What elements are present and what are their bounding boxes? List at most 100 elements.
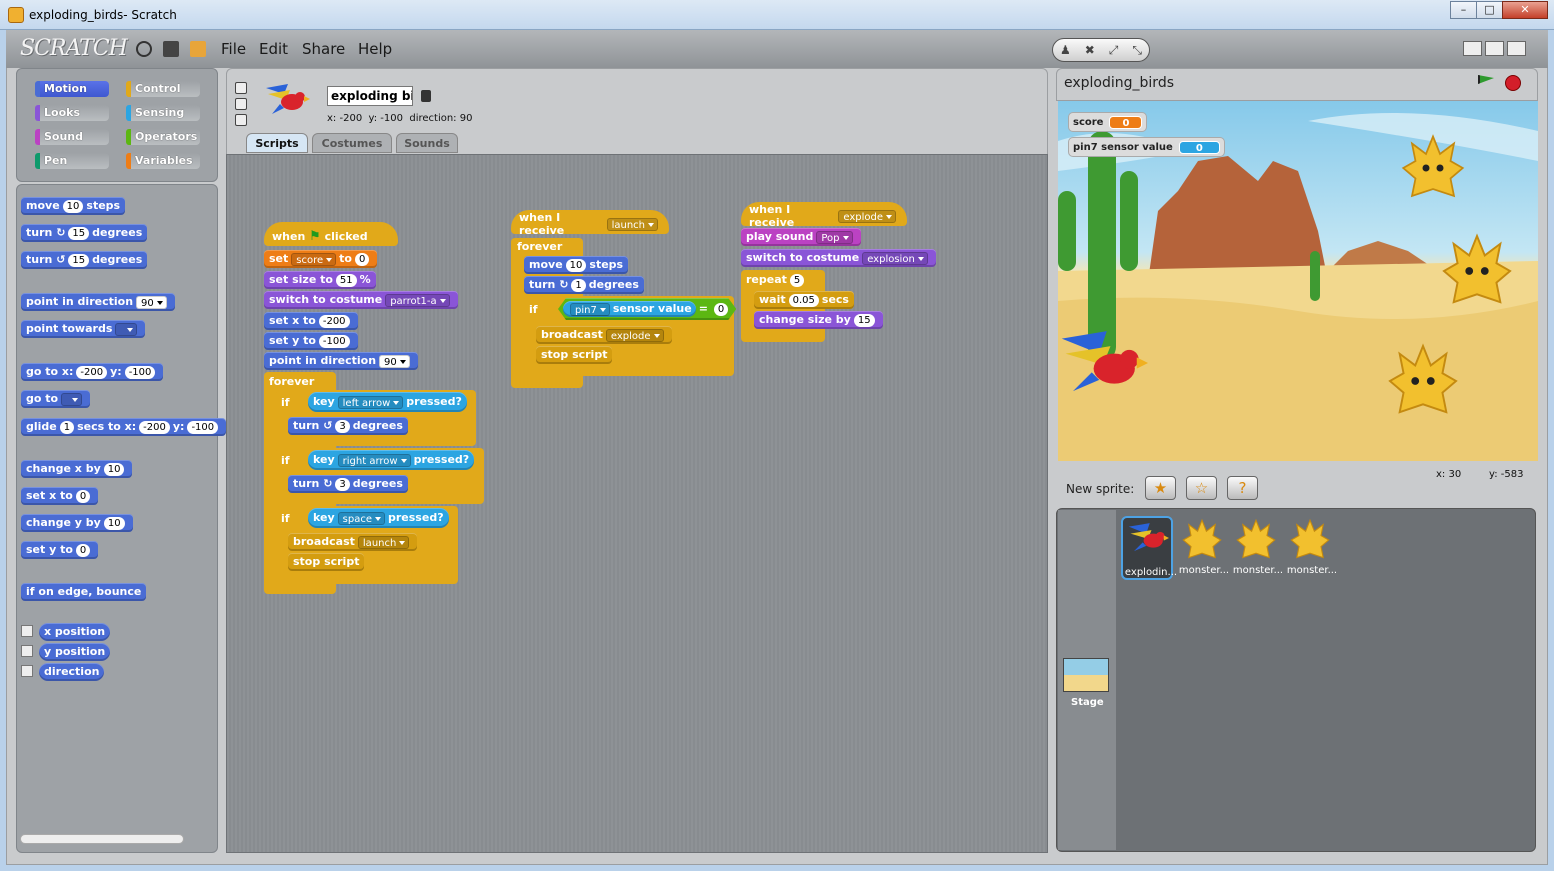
change-size-block[interactable]: change size by 15 (754, 311, 883, 329)
sprite-name-field[interactable]: exploding bi (327, 86, 413, 106)
menu-share[interactable]: Share (302, 40, 345, 58)
key-left-arrow-pressed[interactable]: key left arrow pressed? (308, 392, 467, 412)
x-position-checkbox[interactable] (21, 625, 33, 637)
share-icon[interactable] (190, 41, 206, 57)
window-controls: – □ ✕ (1450, 1, 1548, 19)
palette-goto-xy-block[interactable]: go to x: -200 y: -100 (21, 363, 164, 381)
save-icon[interactable] (163, 41, 179, 57)
minimize-button[interactable]: – (1450, 1, 1477, 19)
tab-costumes[interactable]: Costumes (312, 133, 392, 153)
category-looks[interactable]: Looks (35, 105, 109, 121)
palette-turn-ccw-block[interactable]: turn ↺ 15 degrees (21, 251, 148, 269)
palette-move-block[interactable]: move 10 steps (21, 197, 126, 215)
stage-thumbnail[interactable] (1063, 658, 1109, 692)
palette-x-position-reporter[interactable]: x position (39, 623, 111, 641)
tab-scripts[interactable]: Scripts (246, 133, 308, 153)
when-receive-explode-hat[interactable]: when I receive explode (741, 202, 907, 229)
direction-checkbox[interactable] (21, 665, 33, 677)
paint-new-sprite-icon[interactable]: ★ (1145, 476, 1176, 500)
grow-tool-icon[interactable]: ⤢ (1109, 43, 1119, 58)
goto-dropdown[interactable] (61, 392, 83, 406)
wait-block[interactable]: wait 0.05 secs (754, 291, 854, 309)
sprite-tile-monster[interactable]: monster... (1284, 516, 1337, 580)
palette-goto-block[interactable]: go to (21, 390, 91, 408)
category-control[interactable]: Control (126, 81, 200, 97)
normal-stage-icon[interactable] (1485, 41, 1504, 56)
when-flag-clicked-hat[interactable]: when ⚑ clicked (264, 222, 398, 246)
palette-bounce-block[interactable]: if on edge, bounce (21, 583, 147, 601)
key-right-arrow-pressed[interactable]: key right arrow pressed? (308, 450, 475, 470)
category-sound[interactable]: Sound (35, 129, 109, 145)
presentation-mode-icon[interactable] (1507, 41, 1526, 56)
maximize-button[interactable]: □ (1476, 1, 1503, 19)
palette-y-position-reporter[interactable]: y position (39, 643, 111, 661)
choose-sprite-file-icon[interactable]: ☆ (1186, 476, 1217, 500)
move-block[interactable]: move 10 steps (524, 256, 629, 274)
menu-help[interactable]: Help (358, 40, 392, 58)
set-x-block[interactable]: set x to -200 (264, 312, 358, 330)
category-label: Looks (44, 106, 80, 119)
delete-tool-icon[interactable]: ✖ (1085, 43, 1095, 57)
category-pen[interactable]: Pen (35, 153, 109, 169)
set-variable-block[interactable]: set score to 0 (264, 250, 378, 268)
category-motion[interactable]: Motion (35, 81, 109, 97)
language-globe-icon[interactable] (136, 41, 152, 57)
palette-direction-reporter[interactable]: direction (39, 663, 105, 681)
sprite-tile-parrot[interactable]: explodin... (1121, 516, 1177, 580)
point-direction-block[interactable]: point in direction 90 (264, 352, 418, 370)
green-flag-icon: ⚑ (309, 228, 321, 244)
tab-sounds[interactable]: Sounds (396, 133, 458, 153)
palette-horizontal-scrollbar[interactable] (20, 834, 184, 844)
stop-script-block[interactable]: stop script (288, 553, 365, 571)
menu-edit[interactable]: Edit (259, 40, 288, 58)
broadcast-block[interactable]: broadcast explode (536, 326, 672, 344)
palette-turn-cw-block[interactable]: turn ↻ 15 degrees (21, 224, 148, 242)
y-position-checkbox[interactable] (21, 645, 33, 657)
equals-operator[interactable]: pin7 sensor value = 0 (558, 298, 736, 320)
switch-costume-block[interactable]: switch to costume parrot1-a (264, 291, 458, 309)
duplicate-tool-icon[interactable]: ♟ (1060, 43, 1071, 57)
rotate-all-icon[interactable] (235, 82, 247, 94)
close-button[interactable]: ✕ (1502, 1, 1548, 19)
shrink-tool-icon[interactable]: ⤡ (1132, 43, 1142, 58)
lock-icon[interactable] (421, 90, 431, 102)
point-towards-dropdown[interactable] (115, 322, 137, 336)
category-variables[interactable]: Variables (126, 153, 200, 169)
left-right-flip-icon[interactable] (235, 98, 247, 110)
random-sprite-icon[interactable]: ? (1227, 476, 1258, 500)
turn-ccw-block[interactable]: turn ↺ 3 degrees (288, 417, 408, 435)
stage-canvas[interactable]: score 0 pin7 sensor value 0 (1058, 101, 1538, 461)
category-operators[interactable]: Operators (126, 129, 200, 145)
when-receive-launch-hat[interactable]: when I receive launch (511, 210, 669, 237)
play-sound-block[interactable]: play sound Pop (741, 228, 861, 246)
scratch-app-icon (8, 7, 24, 23)
sprite-tile-monster[interactable]: monster... (1230, 516, 1283, 580)
stop-script-block[interactable]: stop script (536, 346, 613, 364)
palette-change-y-block[interactable]: change y by 10 (21, 514, 133, 532)
sprite-tile-label: monster... (1232, 565, 1284, 576)
small-stage-icon[interactable] (1463, 41, 1482, 56)
no-rotate-icon[interactable] (235, 114, 247, 126)
score-monitor[interactable]: score 0 (1068, 112, 1148, 132)
sprite-tile-monster[interactable]: monster... (1176, 516, 1229, 580)
forever-label: forever (517, 240, 563, 253)
pin7-sensor-monitor[interactable]: pin7 sensor value 0 (1068, 137, 1225, 157)
palette-change-x-block[interactable]: change x by 10 (21, 460, 133, 478)
palette-glide-block[interactable]: glide 1 secs to x: -200 y: -100 (21, 418, 227, 436)
palette-point-direction-block[interactable]: point in direction 90 (21, 293, 175, 311)
palette-point-towards-block[interactable]: point towards (21, 320, 145, 338)
turn-cw-block[interactable]: turn ↻ 1 degrees (524, 276, 644, 294)
sensor-value-reporter[interactable]: pin7 sensor value (563, 301, 696, 317)
turn-cw-block[interactable]: turn ↻ 3 degrees (288, 475, 408, 493)
key-space-pressed[interactable]: key space pressed? (308, 508, 449, 528)
stage-view-buttons (1460, 41, 1526, 56)
set-y-block[interactable]: set y to -100 (264, 332, 358, 350)
stop-sign-icon[interactable] (1505, 75, 1521, 91)
palette-set-x-block[interactable]: set x to 0 (21, 487, 99, 505)
switch-costume-block[interactable]: switch to costume explosion (741, 249, 936, 267)
broadcast-block[interactable]: broadcast launch (288, 533, 418, 551)
set-size-block[interactable]: set size to 51% (264, 271, 376, 289)
menu-file[interactable]: File (221, 40, 246, 58)
palette-set-y-block[interactable]: set y to 0 (21, 541, 99, 559)
category-sensing[interactable]: Sensing (126, 105, 200, 121)
